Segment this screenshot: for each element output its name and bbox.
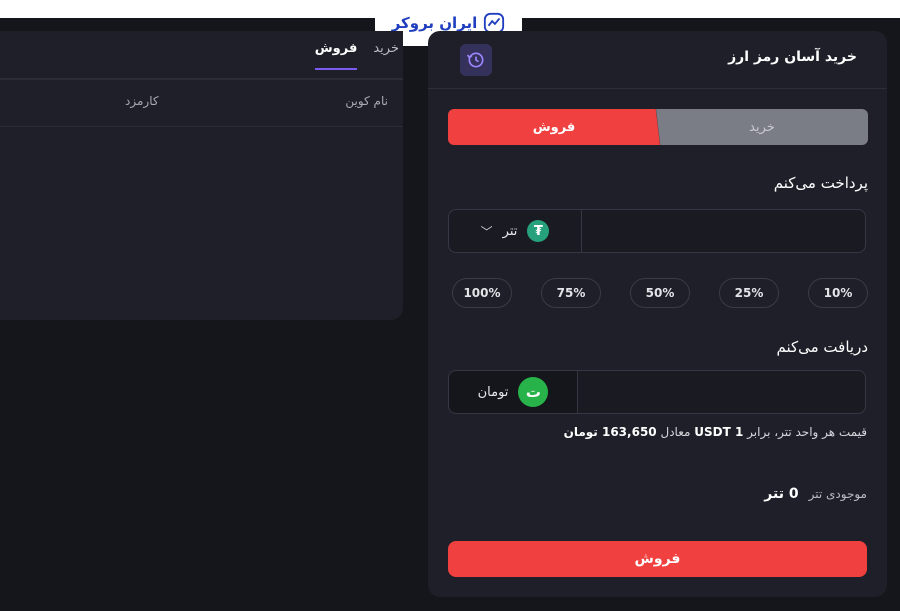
- toman-icon: ت: [518, 377, 549, 407]
- panel-header: خرید آسان رمز ارز: [428, 31, 887, 89]
- percent-10-button[interactable]: 10%: [808, 278, 868, 308]
- price-unit-amount: 1 USDT: [694, 425, 744, 439]
- tab-buy[interactable]: خرید: [373, 41, 399, 70]
- unit-price-info: قیمت هر واحد تتر، برابر 1 USDT معادل 163…: [564, 425, 867, 439]
- price-value: 163,650 تومان: [563, 425, 657, 439]
- table-header: نام کوین کارمزد: [0, 94, 403, 127]
- receive-field[interactable]: تومان ت: [448, 370, 866, 414]
- column-fee: کارمزد: [125, 94, 159, 108]
- pay-currency-name: تتر: [502, 223, 518, 239]
- segment-sell[interactable]: فروش: [448, 109, 660, 145]
- tabs-divider: [0, 78, 403, 80]
- history-button[interactable]: [460, 44, 492, 76]
- price-middle: معادل: [660, 425, 691, 439]
- pay-field[interactable]: ﹀ تتر ₮: [448, 209, 866, 253]
- tab-sell[interactable]: فروش: [314, 41, 358, 70]
- orders-panel: خرید فروش نام کوین کارمزد: [0, 31, 403, 320]
- percent-25-button[interactable]: 25%: [719, 278, 779, 308]
- sell-submit-button[interactable]: فروش: [448, 541, 867, 577]
- orders-tabs: خرید فروش: [314, 41, 399, 70]
- easy-trade-panel: خرید آسان رمز ارز فروش خرید پرداخت می‌کن…: [428, 31, 887, 597]
- balance-row: موجودی تتر 0 تتر: [764, 486, 867, 502]
- segment-buy[interactable]: خرید: [656, 109, 868, 145]
- receive-label: دریافت می‌کنم: [776, 338, 868, 356]
- pay-currency-selector[interactable]: ﹀ تتر ₮: [449, 210, 582, 252]
- column-coin-name: نام کوین: [345, 94, 388, 108]
- panel-title: خرید آسان رمز ارز: [728, 49, 857, 65]
- balance-label: موجودی تتر: [808, 487, 867, 501]
- percent-50-button[interactable]: 50%: [630, 278, 690, 308]
- history-icon: [466, 52, 484, 68]
- percent-buttons: 10% 25% 50% 75% 100%: [448, 278, 868, 308]
- percent-100-button[interactable]: 100%: [452, 278, 512, 308]
- percent-75-button[interactable]: 75%: [541, 278, 601, 308]
- receive-currency: تومان ت: [449, 371, 578, 413]
- balance-value: 0 تتر: [764, 486, 799, 502]
- tether-icon: ₮: [527, 220, 550, 242]
- chevron-down-icon: ﹀: [480, 224, 493, 239]
- receive-currency-name: تومان: [477, 384, 509, 400]
- brand-name: ایران بروکر: [391, 14, 478, 32]
- pay-label: پرداخت می‌کنم: [773, 174, 868, 192]
- price-prefix: قیمت هر واحد تتر، برابر: [747, 425, 867, 439]
